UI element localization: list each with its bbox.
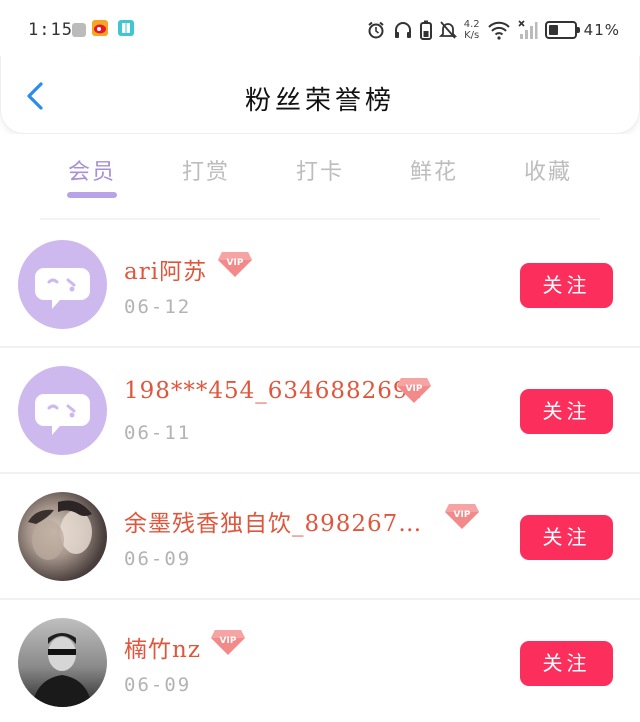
list-item: 198***454_6346882691 VIP 06-11 关注 bbox=[0, 348, 640, 474]
user-name: ari阿苏 bbox=[124, 259, 208, 285]
battery-icon bbox=[544, 21, 580, 39]
mute-icon bbox=[438, 21, 457, 39]
book-app-icon bbox=[118, 20, 134, 36]
tab-active-indicator bbox=[67, 192, 117, 198]
avatar[interactable] bbox=[18, 618, 107, 707]
wifi-icon bbox=[487, 21, 510, 40]
net-speed-unit: K/s bbox=[464, 30, 480, 41]
user-date: 06-09 bbox=[124, 548, 192, 570]
chat-bubble-icon bbox=[35, 394, 90, 435]
tab-checkin[interactable]: 打卡 bbox=[260, 154, 380, 186]
chat-bubble-icon bbox=[35, 268, 90, 309]
vip-badge-text: VIP bbox=[227, 258, 244, 268]
user-photo-icon bbox=[32, 633, 92, 707]
user-name: 198***454_6346882691 bbox=[124, 378, 425, 404]
page-title: 粉丝荣誉榜 bbox=[244, 86, 395, 116]
net-speed: 4.2 K/s bbox=[464, 19, 480, 41]
user-date: 06-11 bbox=[124, 422, 192, 444]
vip-badge-text: VIP bbox=[220, 636, 237, 646]
follow-button[interactable]: 关注 bbox=[520, 263, 613, 308]
avatar[interactable] bbox=[18, 492, 107, 581]
follow-button[interactable]: 关注 bbox=[520, 515, 613, 560]
follow-button[interactable]: 关注 bbox=[520, 641, 613, 686]
tab-flowers[interactable]: 鲜花 bbox=[374, 154, 494, 186]
status-time: 1:15 bbox=[28, 20, 73, 40]
list-item: 余墨残香独自饮_898267… VIP 06-09 关注 bbox=[0, 474, 640, 600]
tab-favorites[interactable]: 收藏 bbox=[488, 154, 608, 186]
member-list: ari阿苏 VIP 06-12 关注 198***454_6346882691 … bbox=[0, 222, 640, 722]
headphones-icon bbox=[394, 22, 411, 38]
user-name: 余墨残香独自饮_898267… bbox=[124, 511, 423, 537]
tab-rewards[interactable]: 打赏 bbox=[146, 154, 266, 186]
net-speed-value: 4.2 bbox=[463, 19, 480, 30]
signal-off-icon bbox=[518, 20, 538, 39]
user-date: 06-12 bbox=[124, 296, 192, 318]
avatar[interactable] bbox=[18, 366, 107, 455]
status-bar: 1:15 4.2 K/s 41% bbox=[0, 0, 640, 56]
status-icons: 4.2 K/s 41% bbox=[366, 16, 620, 44]
user-name: 楠竹nz bbox=[124, 637, 201, 663]
tab-members[interactable]: 会员 bbox=[32, 154, 152, 186]
vip-badge-icon: VIP bbox=[396, 376, 432, 404]
user-date: 06-09 bbox=[124, 674, 192, 696]
tab-bar: 会员 打赏 打卡 鲜花 收藏 bbox=[0, 134, 640, 220]
vip-badge-icon: VIP bbox=[210, 628, 246, 656]
battery-percent: 41% bbox=[583, 21, 620, 39]
vip-badge-icon: VIP bbox=[444, 502, 480, 530]
list-item: ari阿苏 VIP 06-12 关注 bbox=[0, 222, 640, 348]
sim-icon bbox=[72, 23, 86, 37]
user-photo-icon bbox=[28, 500, 92, 560]
vip-badge-icon: VIP bbox=[217, 250, 253, 278]
title-bar: 粉丝荣誉榜 bbox=[0, 56, 640, 134]
vip-badge-text: VIP bbox=[406, 384, 423, 394]
avatar[interactable] bbox=[18, 240, 107, 329]
alarm-icon bbox=[368, 21, 384, 39]
battery-saver-icon bbox=[419, 20, 432, 40]
divider bbox=[40, 218, 600, 220]
vip-badge-text: VIP bbox=[454, 510, 471, 520]
follow-button[interactable]: 关注 bbox=[520, 389, 613, 434]
weibo-icon bbox=[92, 20, 108, 36]
battery-level bbox=[548, 25, 559, 35]
list-item: 楠竹nz VIP 06-09 关注 bbox=[0, 600, 640, 722]
